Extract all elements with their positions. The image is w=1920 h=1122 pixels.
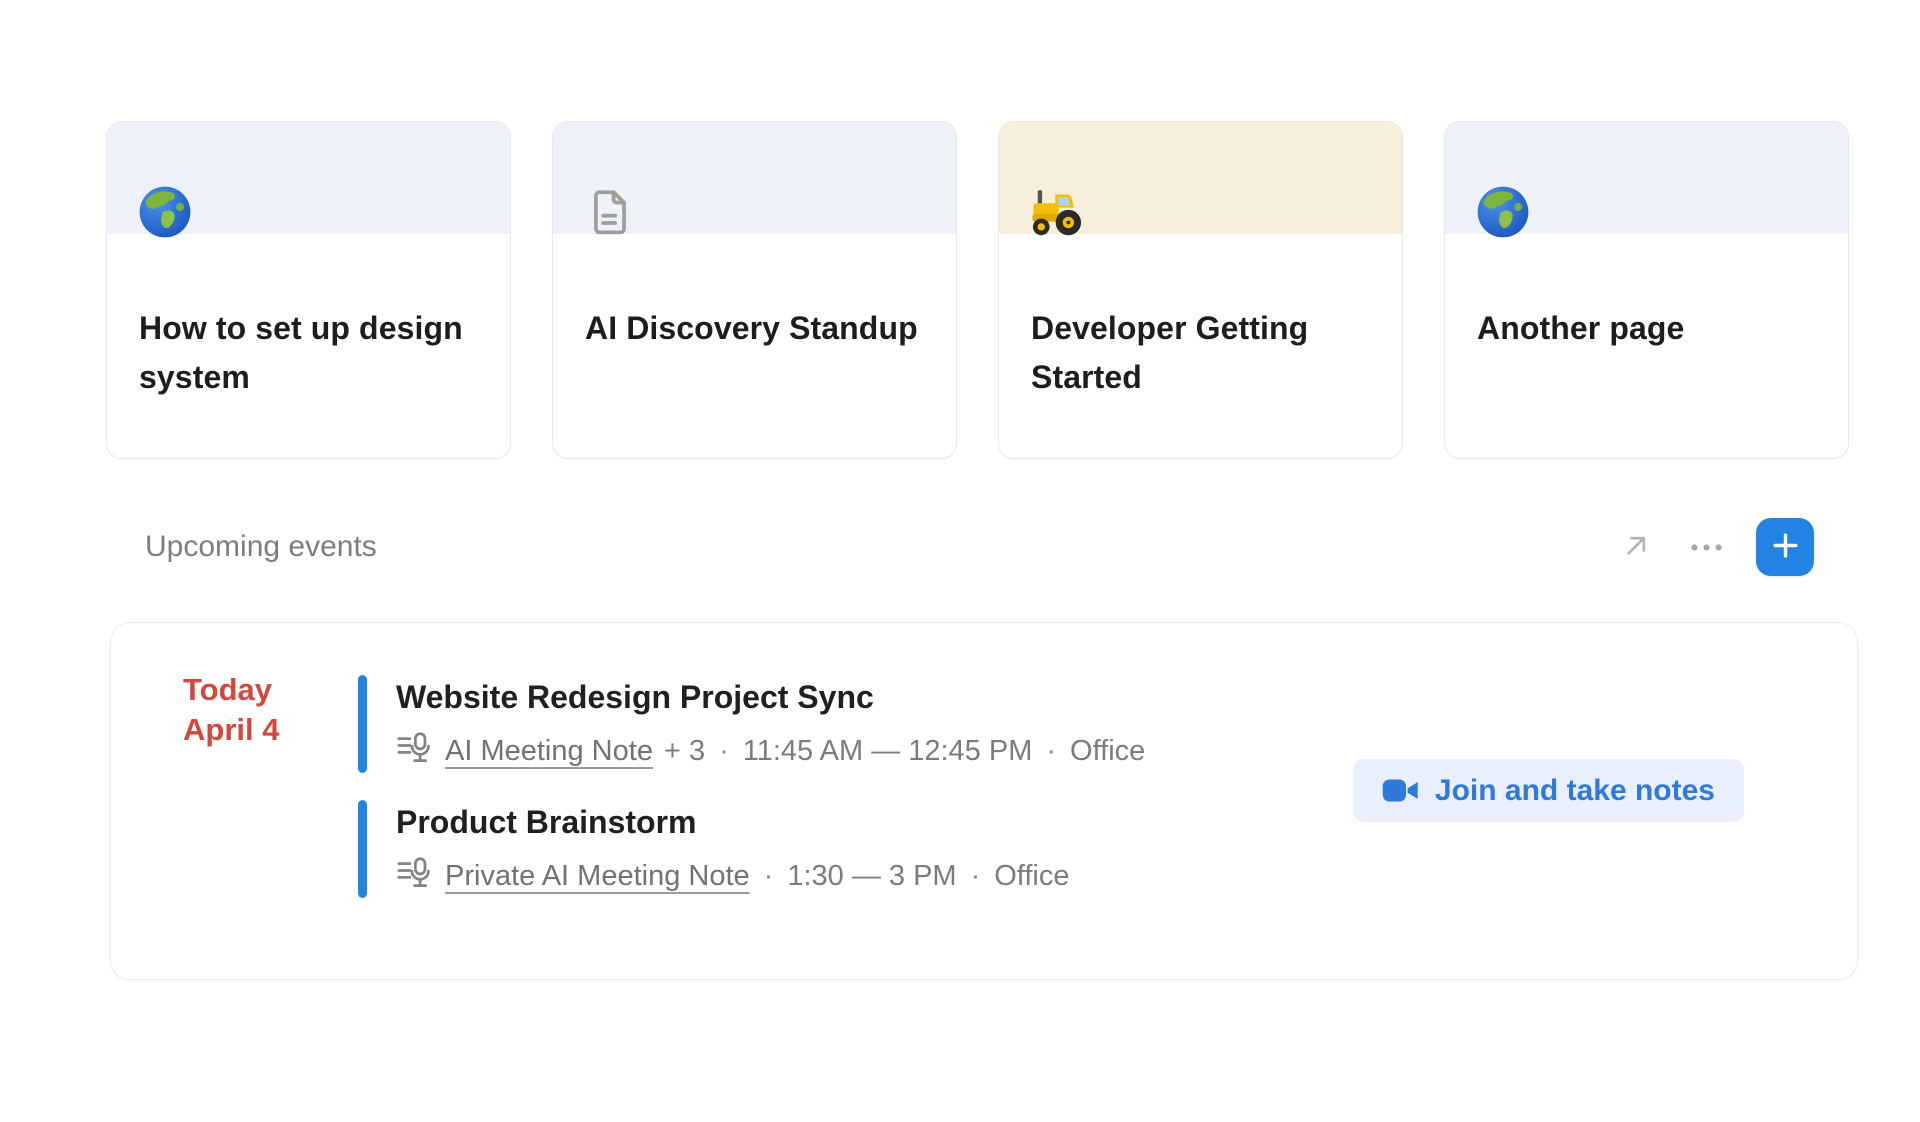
event-row[interactable]: Product Brainstorm Private AI Meeting No… [358, 800, 1797, 900]
page-cards-row: How to set up design system AI Discovery… [106, 121, 1849, 459]
meta-separator: · [761, 860, 777, 893]
card-title: AI Discovery Standup [585, 304, 922, 353]
upcoming-events-card: Today April 4 Website Redesign Project S… [110, 622, 1858, 980]
add-event-button[interactable] [1756, 518, 1814, 576]
events-header-actions [1616, 518, 1814, 576]
event-date-today-label: Today [183, 670, 279, 710]
meta-separator: · [716, 735, 732, 768]
event-content: Product Brainstorm Private AI Meeting No… [396, 800, 1797, 897]
event-title: Product Brainstorm [396, 800, 1797, 842]
event-date: Today April 4 [183, 670, 279, 750]
event-time: 11:45 AM — 12:45 PM [743, 735, 1033, 768]
document-icon [583, 184, 639, 240]
ellipsis-icon [1690, 540, 1723, 555]
plus-icon [1769, 529, 1802, 565]
tractor-icon [1029, 184, 1085, 240]
upcoming-events-header: Upcoming events [145, 517, 1814, 577]
event-row[interactable]: Website Redesign Project Sync AI Meeting… [358, 675, 1797, 775]
meta-separator: · [968, 860, 984, 893]
meta-separator: · [1043, 735, 1059, 768]
event-date-value: April 4 [183, 710, 279, 750]
event-time: 1:30 — 3 PM [787, 860, 956, 893]
expand-button[interactable] [1616, 527, 1656, 567]
globe-icon [1475, 184, 1531, 240]
card-title: How to set up design system [139, 304, 476, 402]
meeting-note-icon [396, 856, 432, 897]
meeting-note-link[interactable]: AI Meeting Note [445, 735, 653, 768]
page-card-design-system[interactable]: How to set up design system [106, 121, 511, 459]
card-title: Another page [1477, 304, 1814, 353]
globe-icon [137, 184, 193, 240]
page-card-developer-getting-started[interactable]: Developer Getting Started [998, 121, 1403, 459]
event-location: Office [1070, 735, 1145, 768]
more-options-button[interactable] [1686, 527, 1726, 567]
event-content: Website Redesign Project Sync AI Meeting… [396, 675, 1797, 772]
meeting-note-extra-count: + 3 [664, 735, 705, 768]
page-card-ai-discovery-standup[interactable]: AI Discovery Standup [552, 121, 957, 459]
meeting-note-icon [396, 731, 432, 772]
meeting-note-link[interactable]: Private AI Meeting Note [445, 860, 750, 893]
page-card-another-page[interactable]: Another page [1444, 121, 1849, 459]
event-title: Website Redesign Project Sync [396, 675, 1797, 717]
upcoming-events-heading: Upcoming events [145, 530, 377, 564]
card-title: Developer Getting Started [1031, 304, 1368, 402]
event-color-bar [358, 675, 367, 773]
arrow-up-right-icon [1618, 528, 1654, 567]
event-color-bar [358, 800, 367, 898]
event-location: Office [994, 860, 1069, 893]
event-meta: Private AI Meeting Note · 1:30 — 3 PM · … [396, 856, 1797, 897]
